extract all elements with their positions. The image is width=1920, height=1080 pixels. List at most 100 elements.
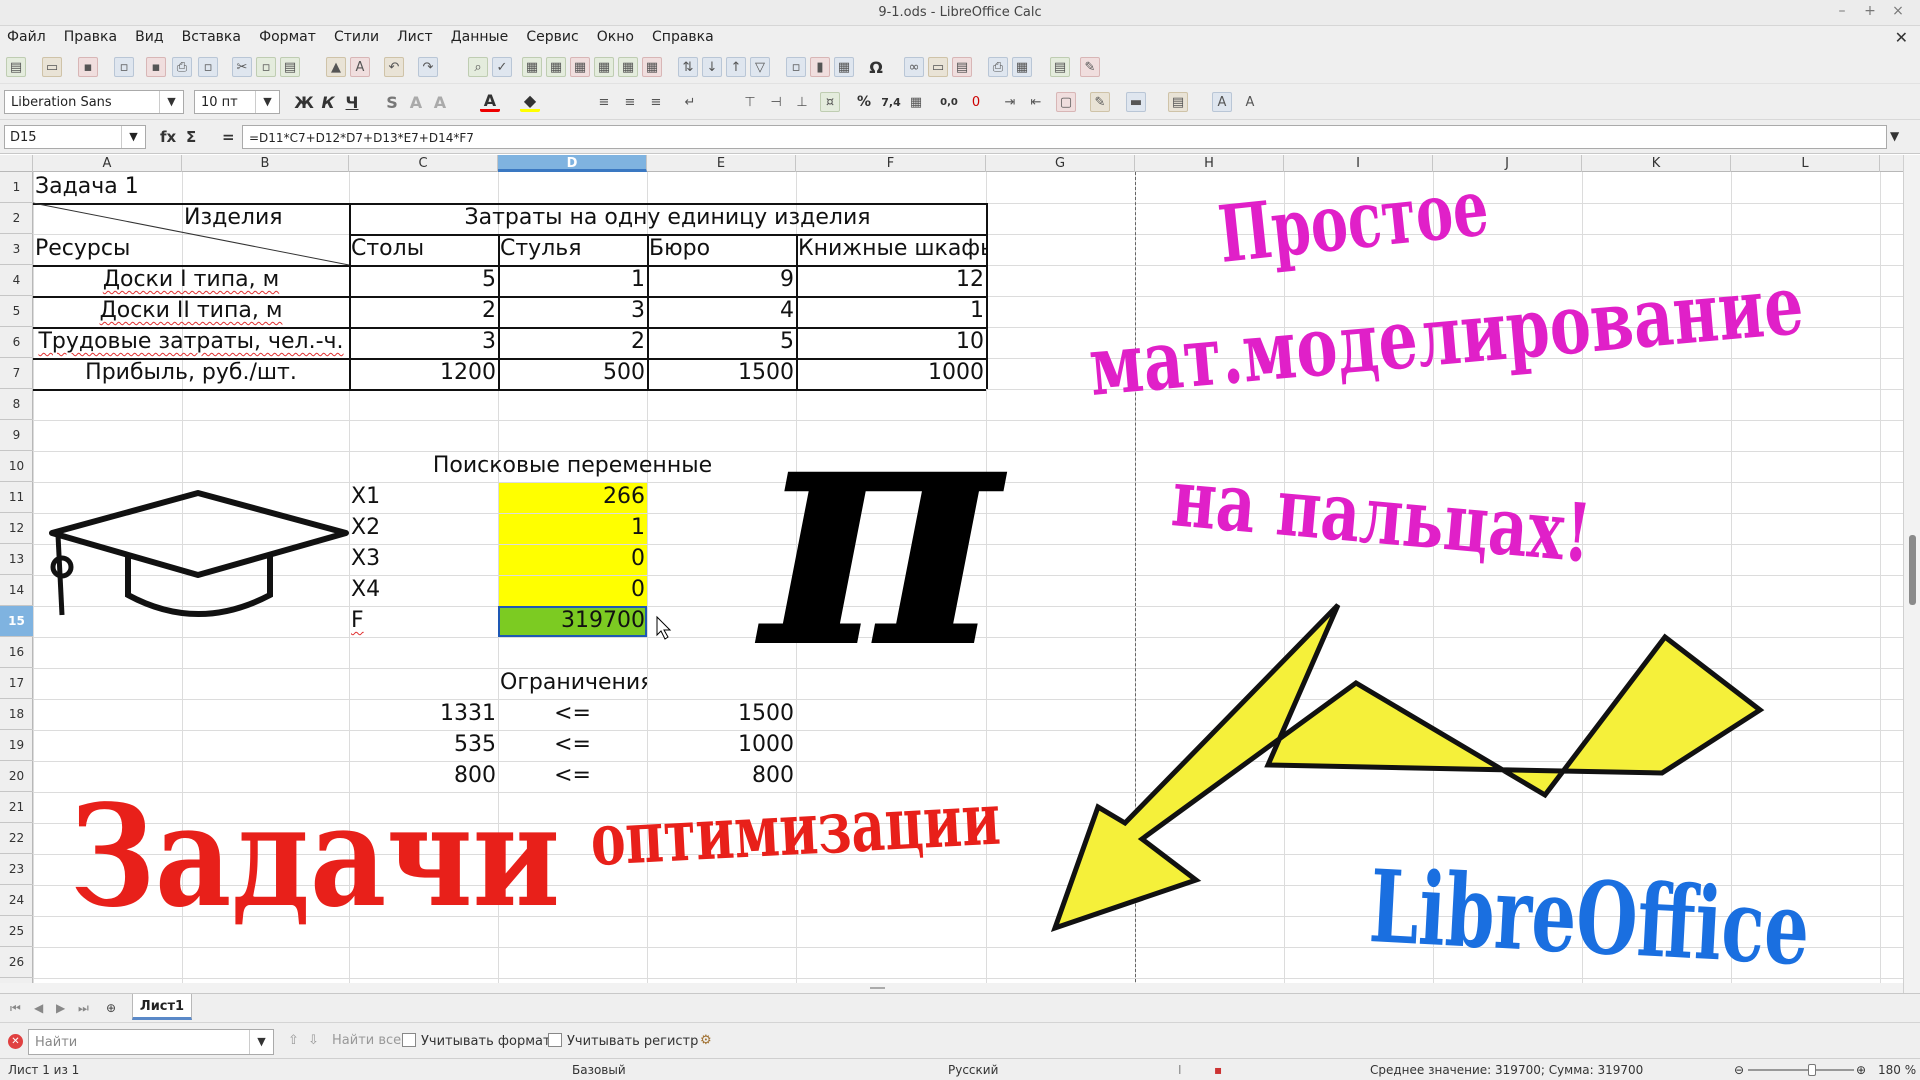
menu-file[interactable]: Файл — [0, 26, 52, 45]
print-icon[interactable]: ⎙ — [172, 57, 192, 77]
cost-value[interactable]: 12 — [796, 265, 986, 296]
add-decimal-button[interactable]: 0,0 — [936, 92, 962, 112]
row-header[interactable]: 17 — [0, 668, 33, 699]
language[interactable]: Русский — [948, 1063, 998, 1077]
row-header[interactable]: 12 — [0, 513, 33, 544]
chevron-down-icon[interactable]: ▼ — [159, 91, 183, 113]
menu-styles[interactable]: Стили — [327, 26, 385, 45]
print-preview-icon[interactable]: ▫ — [198, 57, 218, 77]
row-header[interactable]: 26 — [0, 947, 33, 978]
number-format-button[interactable]: 7,4 — [878, 92, 904, 112]
find-next-icon[interactable]: ⇩ — [308, 1033, 319, 1048]
constraint-rhs[interactable]: 1500 — [647, 699, 796, 730]
insert-chart-icon[interactable]: ▮ — [810, 57, 830, 77]
export-pdf-icon[interactable]: ▪ — [146, 57, 166, 77]
chevron-down-icon[interactable]: ▼ — [255, 91, 279, 113]
comment-icon[interactable]: ▭ — [928, 57, 948, 77]
formula-input[interactable]: =D11*C7+D12*D7+D13*E7+D14*F7 — [242, 125, 1887, 149]
cost-value[interactable]: 2 — [349, 296, 498, 327]
minimize-button[interactable]: – — [1832, 3, 1852, 19]
row-header[interactable]: 24 — [0, 885, 33, 916]
row-header[interactable]: 19 — [0, 730, 33, 761]
row-header[interactable]: 25 — [0, 916, 33, 947]
align-center-icon[interactable]: ≡ — [620, 92, 640, 112]
insert-image-icon[interactable]: ▫ — [786, 57, 806, 77]
first-sheet-icon[interactable]: ⏮ — [10, 1001, 21, 1016]
freeze-rows-icon[interactable]: ▦ — [1012, 57, 1032, 77]
currency-format-icon[interactable]: ¤ — [820, 92, 840, 112]
row-header[interactable]: 7 — [0, 358, 33, 389]
wrap-text-icon[interactable]: ↵ — [680, 92, 700, 112]
variable-name[interactable]: X1 — [349, 482, 498, 513]
resource-name[interactable]: Трудовые затраты, чел.-ч. — [33, 327, 349, 358]
constraints-title[interactable]: Ограничения — [498, 668, 647, 699]
product-header[interactable]: Столы — [349, 234, 498, 265]
search-variables-title[interactable]: Поисковые переменные — [349, 451, 796, 482]
selection-mode-icon[interactable]: I — [1178, 1063, 1182, 1077]
constraint-rhs[interactable]: 1000 — [647, 730, 796, 761]
headers-footers-icon[interactable]: ▤ — [952, 57, 972, 77]
select-all-corner[interactable] — [0, 155, 33, 172]
font-size-combo[interactable]: 10 пт ▼ — [194, 90, 280, 114]
underline-button[interactable]: Ч — [342, 92, 362, 112]
align-left-icon[interactable]: ≡ — [594, 92, 614, 112]
chevron-down-icon[interactable]: ▼ — [249, 1030, 273, 1054]
zoom-slider[interactable] — [1748, 1069, 1854, 1071]
cut-icon[interactable]: ✂ — [232, 57, 252, 77]
menu-tools[interactable]: Сервис — [519, 26, 584, 45]
costs-header[interactable]: Затраты на одну единицу изделия — [349, 203, 986, 234]
define-print-area-icon[interactable]: ⎙ — [988, 57, 1008, 77]
increase-indent-icon[interactable]: ⇥ — [1000, 92, 1020, 112]
undo-icon[interactable]: ↶ — [384, 57, 404, 77]
copy-icon[interactable]: ▫ — [256, 57, 276, 77]
new-document-icon[interactable]: ▤ — [6, 57, 26, 77]
align-right-icon[interactable]: ≡ — [646, 92, 666, 112]
subscript-icon[interactable]: A — [430, 92, 450, 112]
italic-button[interactable]: К — [318, 92, 338, 112]
cost-value[interactable]: 3 — [349, 327, 498, 358]
insert-rows-icon[interactable]: ▦ — [570, 57, 590, 77]
text-direction-icon[interactable]: A — [1240, 92, 1260, 112]
formula-equals-button[interactable]: = — [222, 128, 235, 146]
column-header-l[interactable]: L — [1731, 155, 1880, 172]
autofilter-icon[interactable]: ▽ — [750, 57, 770, 77]
find-input[interactable]: Найти ▼ — [28, 1029, 274, 1055]
column-header-e[interactable]: E — [647, 155, 796, 172]
open-folder-icon[interactable]: ▭ — [42, 57, 62, 77]
product-header[interactable]: Книжные шкафы — [796, 234, 986, 265]
add-sheet-icon[interactable]: ⊕ — [106, 1001, 116, 1015]
row-header[interactable]: 18 — [0, 699, 33, 730]
maximize-button[interactable]: + — [1860, 3, 1880, 19]
pivot-table-icon[interactable]: ▦ — [834, 57, 854, 77]
row-header[interactable]: 9 — [0, 420, 33, 451]
cost-value[interactable]: 9 — [647, 265, 796, 296]
resources-header[interactable]: Ресурсы — [33, 234, 182, 265]
highlight-color-icon[interactable]: ◆ — [520, 92, 540, 112]
hyperlink-icon[interactable]: ∞ — [904, 57, 924, 77]
variable-name[interactable]: X2 — [349, 513, 498, 544]
variable-value[interactable]: 1 — [498, 513, 647, 544]
product-header[interactable]: Стулья — [498, 234, 647, 265]
percent-format-button[interactable]: % — [854, 92, 874, 112]
row-header[interactable]: 8 — [0, 389, 33, 420]
zoom-in-icon[interactable]: ⊕ — [1856, 1063, 1866, 1077]
row-header[interactable]: 15 — [0, 606, 33, 637]
next-sheet-icon[interactable]: ▶ — [56, 1001, 65, 1015]
horizontal-scroll-thumb[interactable] — [870, 987, 885, 989]
paste-icon[interactable]: ▤ — [280, 57, 300, 77]
products-header[interactable]: Изделия — [182, 203, 349, 234]
match-format-checkbox[interactable]: Учитывать формат — [402, 1033, 551, 1049]
cost-value[interactable]: 1500 — [647, 358, 796, 389]
cost-value[interactable]: 4 — [647, 296, 796, 327]
column-header-k[interactable]: K — [1582, 155, 1731, 172]
template-icon[interactable]: ▫ — [114, 57, 134, 77]
constraint-operator[interactable]: <= — [498, 730, 647, 761]
row-header[interactable]: 3 — [0, 234, 33, 265]
redo-icon[interactable]: ↷ — [418, 57, 438, 77]
sum-button[interactable]: Σ — [186, 128, 196, 146]
zoom-out-icon[interactable]: ⊖ — [1734, 1063, 1744, 1077]
bold-button[interactable]: Ж — [294, 92, 314, 112]
column-header-h[interactable]: H — [1135, 155, 1284, 172]
checkbox-icon[interactable] — [402, 1033, 416, 1047]
column-header-d[interactable]: D — [498, 155, 647, 172]
